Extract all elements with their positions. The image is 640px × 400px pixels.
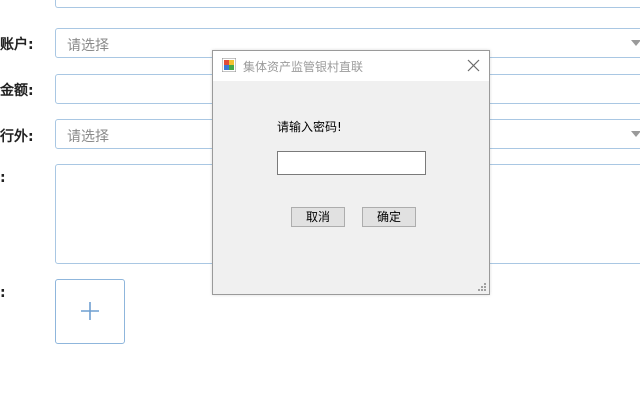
account-label: 账户:	[0, 37, 34, 53]
plus-icon	[81, 302, 99, 320]
attachment-label: :	[0, 285, 6, 301]
ok-button[interactable]: 确定	[362, 207, 416, 227]
close-button[interactable]	[459, 51, 489, 81]
upload-button[interactable]	[55, 279, 125, 344]
dialog-title: 集体资产监管银村直联	[243, 60, 364, 74]
chevron-down-icon	[631, 40, 640, 46]
password-dialog: 集体资产监管银村直联 请输入密码! 取消 确定	[212, 50, 490, 295]
account-placeholder: 请选择	[67, 38, 109, 54]
remark-label: :	[0, 170, 6, 186]
password-prompt: 请输入密码!	[277, 120, 342, 134]
app-icon	[222, 58, 236, 72]
password-input[interactable]	[277, 151, 426, 175]
top-field-edge[interactable]	[55, 0, 640, 8]
inside-outside-label: 行外:	[0, 129, 34, 145]
inside-outside-placeholder: 请选择	[67, 129, 109, 145]
amount-label: 金额:	[0, 83, 34, 99]
close-icon	[467, 59, 480, 72]
chevron-down-icon	[631, 131, 640, 137]
dialog-titlebar[interactable]: 集体资产监管银村直联	[213, 51, 489, 81]
resize-grip-icon[interactable]	[477, 282, 487, 292]
cancel-button[interactable]: 取消	[291, 207, 345, 227]
